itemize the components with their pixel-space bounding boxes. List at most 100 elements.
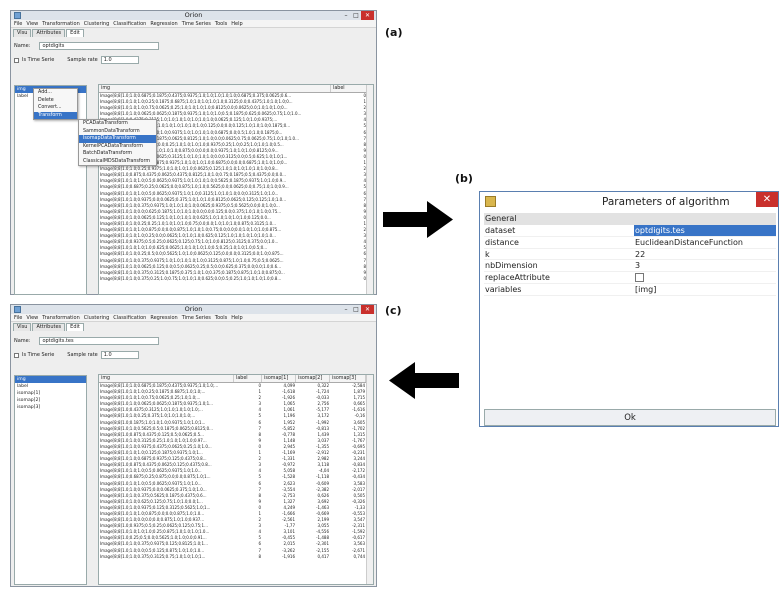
replace-attribute-checkbox[interactable]	[635, 273, 644, 283]
param-key: dataset	[485, 226, 516, 235]
table-cell: Image[8;8]1.0;1.0;0.375;0.25;1.0;0.75;1.…	[100, 275, 282, 281]
menu-item[interactable]: Help	[231, 20, 242, 27]
attribute-item[interactable]: img	[15, 376, 86, 383]
table-row[interactable]: Image[8;8]1.0;1.0;0.375;0.3125;0.75;1.0;…	[99, 554, 373, 560]
close-icon[interactable]: ✕	[361, 305, 374, 314]
menu-item[interactable]: Time Series	[182, 314, 211, 321]
vertical-scrollbar[interactable]	[366, 85, 373, 294]
column-header[interactable]: isomap[1]	[262, 375, 296, 382]
attribute-item[interactable]: isomap[2]	[15, 397, 86, 404]
param-value[interactable]: optdigits.tes	[634, 225, 776, 236]
table-cell: -1,916	[282, 553, 295, 559]
menu-item[interactable]: View	[26, 314, 38, 321]
menu-item[interactable]: Help	[231, 314, 242, 321]
menu-item[interactable]: Transformation	[42, 20, 80, 27]
sample-rate-input[interactable]: 1.0	[100, 56, 139, 64]
sample-rate-label: Sample rate	[67, 57, 98, 63]
menu-item[interactable]: Transformation	[42, 314, 80, 321]
window-title: Orion	[184, 11, 203, 19]
param-value[interactable]: 22	[634, 249, 776, 260]
submenu-item[interactable]: IsomapDataTransform	[79, 135, 156, 143]
name-input[interactable]: optdigits.tes	[39, 337, 160, 345]
maximize-icon[interactable]: □	[351, 11, 361, 20]
name-row: Name: optdigits.tes	[14, 337, 160, 345]
tab[interactable]: Visu	[13, 323, 32, 331]
param-row: variables [img]	[484, 284, 776, 296]
attribute-list[interactable]: img label isomap[1] isomap[2] isomap[3]	[14, 375, 87, 585]
tab[interactable]: Edit	[66, 29, 84, 37]
submenu-item[interactable]: KernelPCADataTransform	[79, 143, 156, 151]
param-value[interactable]	[634, 272, 776, 283]
maximize-icon[interactable]: □	[351, 305, 361, 314]
label-b: (b)	[455, 172, 473, 185]
column-header[interactable]: img	[99, 85, 331, 92]
attribute-item[interactable]: isomap[3]	[15, 404, 86, 411]
tab[interactable]: Attributes	[32, 323, 66, 331]
attribute-item[interactable]: label	[15, 383, 86, 390]
bottom-window: Orion – □ ✕ File View Transformation Clusteri…	[10, 304, 377, 587]
window-title: Orion	[184, 305, 203, 313]
menu-item[interactable]: View	[26, 20, 38, 27]
dialog-close-icon[interactable]: ✕	[756, 192, 778, 207]
menu-item[interactable]: Tools	[215, 314, 227, 321]
menu-item[interactable]: Clustering	[84, 314, 109, 321]
param-value[interactable]: EuclideanDistanceFunction	[634, 237, 776, 248]
context-menu-item[interactable]: Transform	[34, 111, 77, 119]
tab[interactable]: Edit	[66, 323, 84, 331]
group-header: General	[484, 213, 776, 225]
table-cell: 0,417	[317, 553, 329, 559]
is-time-series-checkbox[interactable]	[14, 352, 19, 358]
context-menu-item[interactable]: Convert...	[34, 104, 77, 112]
minimize-icon[interactable]: –	[341, 11, 351, 20]
menu-item[interactable]: Regression	[150, 314, 177, 321]
column-header[interactable]: label	[234, 375, 262, 382]
tab[interactable]: Attributes	[32, 29, 66, 37]
is-time-series-label: Is Time Serie	[22, 57, 55, 63]
dialog-title: Parameters of algorithm	[602, 196, 730, 208]
data-table[interactable]: img label Image[8;8]1.0;1.0;0.6875;0.1875;…	[98, 84, 374, 295]
parameters-dialog: Parameters of algorithm ✕ General datase…	[479, 191, 779, 427]
context-menu-item[interactable]: Add...	[34, 89, 77, 97]
param-row: replaceAttribute	[484, 272, 776, 284]
dialog-title-bar: Parameters of algorithm ✕	[480, 192, 778, 212]
top-window: Orion – □ ✕ File View Transformation Clusteri…	[10, 10, 377, 295]
column-header[interactable]: label	[331, 85, 367, 92]
name-input[interactable]: optdigits	[39, 42, 160, 50]
menu-item[interactable]: Time Series	[182, 20, 211, 27]
param-value[interactable]: 3	[634, 260, 776, 271]
param-value[interactable]: [img]	[634, 284, 776, 295]
menu-item[interactable]: File	[14, 20, 22, 27]
tab-bar: Visu Attributes Edit	[11, 322, 376, 331]
vertical-scrollbar[interactable]	[366, 375, 373, 584]
submenu-item[interactable]: BatchDataTransform	[79, 150, 156, 158]
column-header[interactable]: isomap[2]	[296, 375, 330, 382]
column-header[interactable]: img	[99, 375, 234, 382]
table-row[interactable]: Image[8;8]1.0;1.0;0.375;0.25;1.0;0.75;1.…	[99, 276, 373, 282]
param-row: nbDimension 3	[484, 260, 776, 273]
menu-item[interactable]: Regression	[150, 20, 177, 27]
submenu-item[interactable]: SammonDataTransform	[79, 128, 156, 136]
tab-bar: Visu Attributes Edit	[11, 28, 376, 37]
table-cell: 0	[363, 275, 366, 281]
menu-item[interactable]: Classification	[113, 20, 146, 27]
submenu-item[interactable]: ClassicalMDSDataTransform	[79, 158, 156, 166]
title-bar: Orion – □ ✕	[11, 305, 376, 314]
sample-rate-input[interactable]: 1.0	[100, 351, 139, 359]
close-icon[interactable]: ✕	[361, 11, 374, 20]
is-time-series-checkbox[interactable]	[14, 57, 19, 63]
menu-item[interactable]: Tools	[215, 20, 227, 27]
property-sheet: General dataset optdigits.tes distance Eucl…	[484, 213, 776, 296]
menu-item[interactable]: Classification	[113, 314, 146, 321]
data-table[interactable]: img label isomap[1] isomap[2] isomap[3] Image…	[98, 374, 374, 585]
param-row: k 22	[484, 249, 776, 261]
menu-item[interactable]: Clustering	[84, 20, 109, 27]
context-menu-item[interactable]: Delete	[34, 97, 77, 105]
attribute-item[interactable]: isomap[1]	[15, 390, 86, 397]
tab[interactable]: Visu	[13, 29, 32, 37]
column-header[interactable]: isomap[3]	[330, 375, 366, 382]
label-c: (c)	[385, 304, 402, 317]
menu-item[interactable]: File	[14, 314, 22, 321]
minimize-icon[interactable]: –	[341, 305, 351, 314]
submenu-item[interactable]: PCADataTransform	[79, 120, 156, 128]
ok-button[interactable]: Ok	[484, 409, 776, 426]
